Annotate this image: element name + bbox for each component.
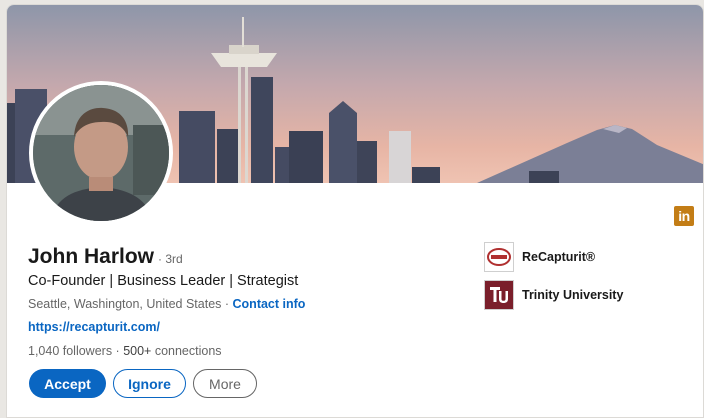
name-row: John Harlow · 3rd bbox=[28, 245, 183, 269]
connections-count: 500+ bbox=[123, 344, 152, 358]
recapturit-logo-icon bbox=[484, 242, 514, 272]
stats-separator: · bbox=[112, 344, 124, 358]
connection-degree: · 3rd bbox=[158, 252, 183, 266]
location-row: Seattle, Washington, United States · Con… bbox=[28, 297, 305, 311]
profile-location: Seattle, Washington, United States bbox=[28, 297, 222, 311]
website-link[interactable]: https://recapturit.com/ bbox=[28, 320, 160, 334]
organization-name: Trinity University bbox=[522, 288, 624, 302]
profile-card: in John Harlow · 3rd Co-Founder | Busine… bbox=[6, 4, 704, 418]
followers-count: 1,040 followers bbox=[28, 344, 113, 358]
profile-name: John Harlow bbox=[28, 245, 155, 268]
trinity-university-logo-icon bbox=[484, 280, 514, 310]
more-button[interactable]: More bbox=[193, 369, 257, 398]
accept-button[interactable]: Accept bbox=[29, 369, 106, 398]
location-separator: · bbox=[221, 297, 233, 311]
organization-recapturit[interactable]: ReCapturit® bbox=[484, 242, 595, 272]
profile-headline: Co-Founder | Business Leader | Strategis… bbox=[28, 273, 299, 289]
ignore-button[interactable]: Ignore bbox=[113, 369, 186, 398]
connections-label: connections bbox=[151, 344, 222, 358]
profile-avatar[interactable] bbox=[29, 81, 173, 225]
contact-info-link[interactable]: Contact info bbox=[233, 297, 306, 311]
profile-stats: 1,040 followers · 500+ connections bbox=[28, 344, 222, 358]
organization-name: ReCapturit® bbox=[522, 250, 596, 264]
linkedin-icon[interactable]: in bbox=[674, 206, 694, 226]
profile-photo-image bbox=[33, 85, 169, 221]
organization-trinity-university[interactable]: Trinity University bbox=[484, 280, 623, 310]
